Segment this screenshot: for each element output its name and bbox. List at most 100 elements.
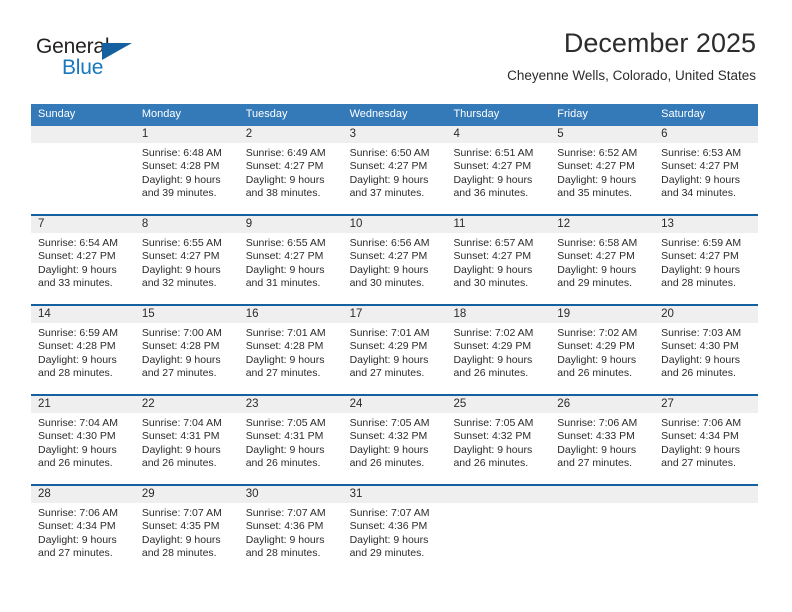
day-cell[interactable]: 20 Sunrise: 7:03 AM Sunset: 4:30 PM Dayligh… [654,305,759,394]
sunset-text: Sunset: 4:32 PM [453,430,532,443]
sunset-text: Sunset: 4:28 PM [141,160,220,173]
daylight-text-line2: and 28 minutes. [38,366,113,379]
day-number-band [654,485,759,503]
day-number: 24 [349,397,363,410]
daylight-text-line1: Daylight: 9 hours [141,173,221,186]
day-cell[interactable]: 27 Sunrise: 7:06 AM Sunset: 4:34 PM Dayligh… [654,395,759,484]
day-cell-empty [550,485,655,574]
day-cell[interactable]: 10 Sunrise: 6:56 AM Sunset: 4:27 PM Dayligh… [342,215,447,304]
day-cell[interactable]: 14 Sunrise: 6:59 AM Sunset: 4:28 PM Dayligh… [31,305,135,394]
sunset-text: Sunset: 4:27 PM [453,250,532,263]
day-details: Sunrise: 7:00 AM Sunset: 4:28 PM Daylight:… [135,323,239,381]
weekday-header-friday: Friday [557,108,588,120]
calendar-week-row: 1 Sunrise: 6:48 AM Sunset: 4:28 PM Daylight… [31,125,759,214]
day-cell[interactable]: 6 Sunrise: 6:53 AM Sunset: 4:27 PM Daylight… [654,125,759,214]
daylight-text-line1: Daylight: 9 hours [38,533,117,546]
day-cell[interactable]: 3 Sunrise: 6:50 AM Sunset: 4:27 PM Daylight… [342,125,447,214]
sunset-text: Sunset: 4:27 PM [245,160,324,173]
sunrise-text: Sunrise: 7:02 AM [557,326,638,339]
day-cell[interactable]: 4 Sunrise: 6:51 AM Sunset: 4:27 PM Daylight… [446,125,551,214]
daylight-text-line2: and 28 minutes. [661,276,736,289]
sunrise-text: Sunrise: 7:07 AM [141,506,222,519]
day-number-band: 8 [134,215,239,233]
day-cell[interactable]: 16 Sunrise: 7:01 AM Sunset: 4:28 PM Dayligh… [238,305,343,394]
day-cell[interactable]: 17 Sunrise: 7:01 AM Sunset: 4:29 PM Dayligh… [342,305,447,394]
day-number: 17 [349,307,363,320]
sunset-text: Sunset: 4:29 PM [557,340,635,353]
daylight-text-line1: Daylight: 9 hours [38,353,117,366]
daylight-text-line1: Daylight: 9 hours [349,353,429,366]
day-number: 18 [453,307,467,320]
sunrise-text: Sunrise: 6:59 AM [38,326,118,339]
sunset-text: Sunset: 4:36 PM [349,520,428,533]
day-number: 19 [557,307,571,320]
day-cell[interactable]: 11 Sunrise: 6:57 AM Sunset: 4:27 PM Dayligh… [446,215,551,304]
day-cell[interactable]: 12 Sunrise: 6:58 AM Sunset: 4:27 PM Dayligh… [550,215,655,304]
day-cell[interactable]: 5 Sunrise: 6:52 AM Sunset: 4:27 PM Daylight… [550,125,655,214]
sunset-text: Sunset: 4:32 PM [349,430,428,443]
day-number: 26 [557,397,571,410]
day-cell[interactable]: 18 Sunrise: 7:02 AM Sunset: 4:29 PM Dayligh… [446,305,551,394]
daylight-text-line2: and 27 minutes. [557,456,633,469]
day-details: Sunrise: 6:55 AM Sunset: 4:27 PM Daylight:… [239,233,343,291]
day-cell[interactable]: 22 Sunrise: 7:04 AM Sunset: 4:31 PM Dayligh… [134,395,239,484]
daylight-text-line2: and 27 minutes. [349,366,425,379]
daylight-text-line1: Daylight: 9 hours [661,443,740,456]
daylight-text-line2: and 35 minutes. [557,186,633,199]
day-cell[interactable]: 1 Sunrise: 6:48 AM Sunset: 4:28 PM Daylight… [134,125,239,214]
daylight-text-line2: and 27 minutes. [661,456,736,469]
daylight-text-line1: Daylight: 9 hours [661,263,740,276]
sunset-text: Sunset: 4:28 PM [38,340,116,353]
daylight-text-line1: Daylight: 9 hours [661,353,740,366]
day-cell[interactable]: 2 Sunrise: 6:49 AM Sunset: 4:27 PM Daylight… [238,125,343,214]
day-number-band [446,485,551,503]
day-details: Sunrise: 7:04 AM Sunset: 4:30 PM Daylight:… [31,413,135,471]
day-details [550,503,654,507]
day-cell[interactable]: 9 Sunrise: 6:55 AM Sunset: 4:27 PM Daylight… [238,215,343,304]
day-number-band: 23 [238,395,343,413]
weekday-header-monday: Monday [141,108,181,120]
day-number-band [31,125,135,143]
logo[interactable]: General Blue [36,36,226,86]
day-number-band: 17 [342,305,447,323]
day-cell[interactable]: 13 Sunrise: 6:59 AM Sunset: 4:27 PM Dayligh… [654,215,759,304]
day-number: 2 [245,127,253,140]
calendar-grid: Sunday Monday Tuesday Wednesday Thursday Frid… [31,104,759,574]
day-number: 10 [349,217,363,230]
day-number-band: 26 [550,395,655,413]
sunset-text: Sunset: 4:30 PM [661,340,739,353]
day-number-band: 13 [654,215,759,233]
sunrise-text: Sunrise: 7:04 AM [141,416,222,429]
day-details: Sunrise: 6:51 AM Sunset: 4:27 PM Daylight:… [446,143,550,201]
day-number: 30 [245,487,259,500]
daylight-text-line1: Daylight: 9 hours [245,263,325,276]
day-cell[interactable]: 23 Sunrise: 7:05 AM Sunset: 4:31 PM Dayligh… [238,395,343,484]
day-details: Sunrise: 6:59 AM Sunset: 4:27 PM Daylight:… [654,233,758,291]
day-cell[interactable]: 19 Sunrise: 7:02 AM Sunset: 4:29 PM Dayligh… [550,305,655,394]
daylight-text-line1: Daylight: 9 hours [453,173,533,186]
day-number: 21 [38,397,51,410]
day-cell[interactable]: 26 Sunrise: 7:06 AM Sunset: 4:33 PM Dayligh… [550,395,655,484]
day-cell[interactable]: 29 Sunrise: 7:07 AM Sunset: 4:35 PM Dayligh… [134,485,239,574]
day-details: Sunrise: 7:02 AM Sunset: 4:29 PM Daylight:… [550,323,654,381]
sunrise-text: Sunrise: 7:03 AM [661,326,742,339]
day-cell[interactable]: 8 Sunrise: 6:55 AM Sunset: 4:27 PM Daylight… [134,215,239,304]
day-cell[interactable]: 21 Sunrise: 7:04 AM Sunset: 4:30 PM Dayligh… [31,395,135,484]
day-cell[interactable]: 7 Sunrise: 6:54 AM Sunset: 4:27 PM Daylight… [31,215,135,304]
day-cell[interactable]: 24 Sunrise: 7:05 AM Sunset: 4:32 PM Dayligh… [342,395,447,484]
daylight-text-line1: Daylight: 9 hours [245,353,325,366]
sunset-text: Sunset: 4:34 PM [661,430,739,443]
day-cell[interactable]: 31 Sunrise: 7:07 AM Sunset: 4:36 PM Dayligh… [342,485,447,574]
day-cell[interactable]: 25 Sunrise: 7:05 AM Sunset: 4:32 PM Dayligh… [446,395,551,484]
day-number-band: 7 [31,215,135,233]
sunrise-text: Sunrise: 6:53 AM [661,146,742,159]
day-cell[interactable]: 15 Sunrise: 7:00 AM Sunset: 4:28 PM Dayligh… [134,305,239,394]
daylight-text-line1: Daylight: 9 hours [453,263,533,276]
day-cell[interactable]: 28 Sunrise: 7:06 AM Sunset: 4:34 PM Dayligh… [31,485,135,574]
sunrise-text: Sunrise: 7:06 AM [661,416,742,429]
day-number: 3 [349,127,356,140]
daylight-text-line2: and 26 minutes. [349,456,425,469]
daylight-text-line2: and 30 minutes. [349,276,425,289]
day-cell[interactable]: 30 Sunrise: 7:07 AM Sunset: 4:36 PM Dayligh… [238,485,343,574]
sunset-text: Sunset: 4:27 PM [453,160,532,173]
